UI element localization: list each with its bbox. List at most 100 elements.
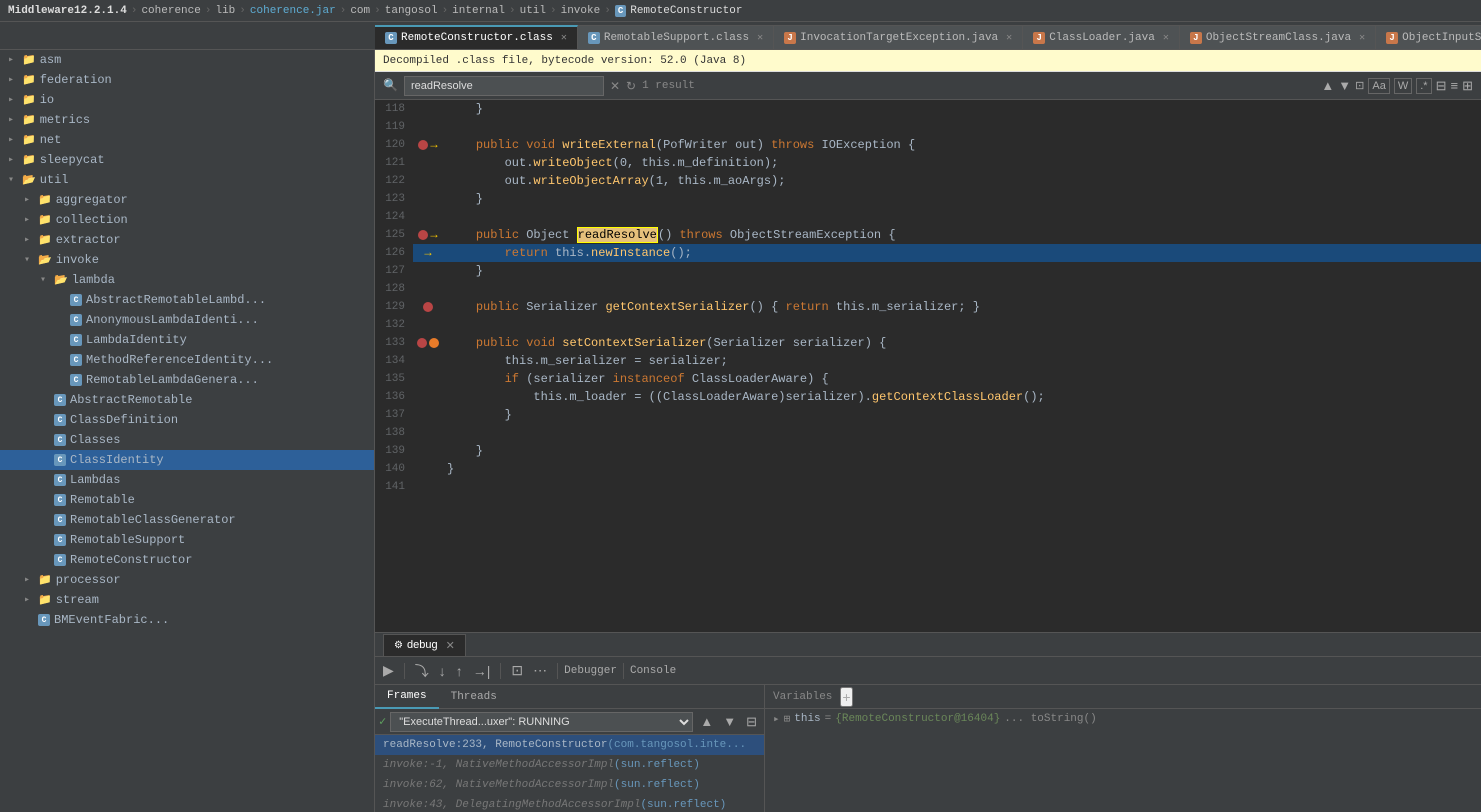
tree-item-invoke[interactable]: ▾📂invoke bbox=[0, 250, 374, 270]
tree-item-metrics[interactable]: ▸📁metrics bbox=[0, 110, 374, 130]
tree-item-lambdaidentity[interactable]: CLambdaIdentity bbox=[0, 330, 374, 350]
search-refresh-button[interactable]: ↻ bbox=[626, 79, 636, 93]
tab-close-0[interactable]: ✕ bbox=[561, 32, 567, 44]
tree-item-remotablesupport[interactable]: CRemotableSupport bbox=[0, 530, 374, 550]
frame-item[interactable]: invoke:62, NativeMethodAccessorImpl (sun… bbox=[375, 775, 764, 795]
line-number: 125 bbox=[375, 226, 413, 244]
breadcrumb-icon: C bbox=[615, 5, 626, 17]
tab-invocation-target-exception[interactable]: J InvocationTargetException.java ✕ bbox=[774, 25, 1023, 49]
line-gutter: → bbox=[413, 244, 443, 262]
step-over-button[interactable]: ⤵ bbox=[411, 659, 433, 683]
tree-item-classes[interactable]: CClasses bbox=[0, 430, 374, 450]
frame-item[interactable]: invoke:-1, NativeMethodAccessorImpl (sun… bbox=[375, 755, 764, 775]
tab-object-input-stream[interactable]: J ObjectInputStream.ja... ✕ bbox=[1376, 25, 1481, 49]
tab-class-loader[interactable]: J ClassLoader.java ✕ bbox=[1023, 25, 1180, 49]
tree-item-stream[interactable]: ▸📁stream bbox=[0, 590, 374, 610]
tree-arrow-icon: ▸ bbox=[8, 154, 22, 166]
breakpoint-dot bbox=[423, 302, 433, 312]
search-clear-button[interactable]: ✕ bbox=[610, 79, 620, 93]
var-extra: ... toString() bbox=[1004, 713, 1096, 725]
class-icon: C bbox=[54, 434, 66, 446]
tab-close-4[interactable]: ✕ bbox=[1359, 32, 1365, 44]
filter-results-button[interactable]: ⊞ bbox=[1462, 78, 1473, 94]
tree-item-collection[interactable]: ▸📁collection bbox=[0, 210, 374, 230]
tree-item-remotablelambdagenera---[interactable]: CRemotableLambdaGenera... bbox=[0, 370, 374, 390]
tab-object-stream-class[interactable]: J ObjectStreamClass.java ✕ bbox=[1180, 25, 1376, 49]
tab-label-2: InvocationTargetException.java bbox=[800, 32, 998, 44]
tree-item-lambdas[interactable]: CLambdas bbox=[0, 470, 374, 490]
code-editor[interactable]: 118 }119120→ public void writeExternal(P… bbox=[375, 100, 1481, 632]
code-content: } bbox=[443, 262, 1481, 280]
tab-close-3[interactable]: ✕ bbox=[1163, 32, 1169, 44]
code-line: 126→ return this.newInstance(); bbox=[375, 244, 1481, 262]
debug-content: Frames Threads ✓ "ExecuteThread...uxer":… bbox=[375, 685, 1481, 812]
tree-item-sleepycat[interactable]: ▸📁sleepycat bbox=[0, 150, 374, 170]
frame-item[interactable]: invoke:43, DelegatingMethodAccessorImpl … bbox=[375, 795, 764, 812]
step-into-button[interactable]: ↓ bbox=[435, 661, 450, 681]
tree-item-util[interactable]: ▾📂util bbox=[0, 170, 374, 190]
code-line: 127 } bbox=[375, 262, 1481, 280]
more-options-button[interactable]: ≡ bbox=[1451, 78, 1459, 94]
tree-item-aggregator[interactable]: ▸📁aggregator bbox=[0, 190, 374, 210]
prev-result-button[interactable]: ▲ bbox=[1321, 78, 1334, 94]
tree-item-net[interactable]: ▸📁net bbox=[0, 130, 374, 150]
filter-button[interactable]: ⊟ bbox=[1436, 78, 1447, 94]
tree-item-remoteconstructor[interactable]: CRemoteConstructor bbox=[0, 550, 374, 570]
match-word-button[interactable]: W bbox=[1394, 78, 1412, 94]
tree-arrow-icon: ▸ bbox=[8, 134, 22, 146]
tree-item-classdefinition[interactable]: CClassDefinition bbox=[0, 410, 374, 430]
tree-item-lambda[interactable]: ▾📂lambda bbox=[0, 270, 374, 290]
regex-button[interactable]: .* bbox=[1416, 78, 1431, 94]
tree-item-anonymouslambdaidenti---[interactable]: CAnonymousLambdaIdenti... bbox=[0, 310, 374, 330]
tree-label: AbstractRemotableLambd... bbox=[86, 293, 266, 307]
resume-button[interactable]: ▶ bbox=[379, 660, 398, 681]
add-watch-button[interactable]: + bbox=[840, 687, 852, 707]
line-gutter bbox=[413, 370, 443, 388]
toggle-preview-button[interactable]: ⊡ bbox=[1355, 78, 1364, 94]
line-gutter bbox=[413, 460, 443, 478]
folder-icon: 📁 bbox=[38, 593, 52, 607]
tree-item-abstractremotable[interactable]: CAbstractRemotable bbox=[0, 390, 374, 410]
tree-label: AnonymousLambdaIdenti... bbox=[86, 313, 259, 327]
match-case-button[interactable]: Aa bbox=[1368, 78, 1389, 94]
more-debug-button[interactable]: ⋯ bbox=[529, 660, 551, 681]
frames-tab[interactable]: Frames bbox=[375, 685, 439, 709]
var-equals: = bbox=[825, 713, 832, 725]
line-gutter bbox=[413, 280, 443, 298]
class-icon: C bbox=[70, 294, 82, 306]
next-result-button[interactable]: ▼ bbox=[1338, 78, 1351, 94]
tree-item-methodreferenceidentity---[interactable]: CMethodReferenceIdentity... bbox=[0, 350, 374, 370]
run-to-cursor-button[interactable]: →| bbox=[469, 661, 495, 681]
tree-item-processor[interactable]: ▸📁processor bbox=[0, 570, 374, 590]
execution-arrow-icon: → bbox=[430, 136, 437, 154]
tree-item-abstractremotablelambd---[interactable]: C AbstractRemotableLambd... bbox=[0, 290, 374, 310]
var-expand-icon[interactable]: ▸ bbox=[773, 712, 780, 726]
code-content bbox=[443, 118, 1481, 136]
tab-remote-constructor-class[interactable]: C RemoteConstructor.class ✕ bbox=[375, 25, 578, 49]
tree-item-extractor[interactable]: ▸📁extractor bbox=[0, 230, 374, 250]
evaluate-button[interactable]: ⊡ bbox=[507, 660, 527, 681]
thread-selector[interactable]: "ExecuteThread...uxer": RUNNING bbox=[390, 712, 693, 732]
tab-close-1[interactable]: ✕ bbox=[757, 32, 763, 44]
thread-up-button[interactable]: ▲ bbox=[697, 713, 716, 730]
debug-tab-debug[interactable]: ⚙ debug ✕ bbox=[383, 634, 466, 656]
thread-filter-button[interactable]: ⊟ bbox=[743, 713, 760, 731]
tree-item-asm[interactable]: ▸📁asm bbox=[0, 50, 374, 70]
tree-item-remotableclassgenerator[interactable]: CRemotableClassGenerator bbox=[0, 510, 374, 530]
code-content: } bbox=[443, 100, 1481, 118]
step-out-button[interactable]: ↑ bbox=[452, 661, 467, 681]
tree-item-io[interactable]: ▸📁io bbox=[0, 90, 374, 110]
threads-tab[interactable]: Threads bbox=[439, 685, 509, 709]
tree-item-bmeventfabric---[interactable]: CBMEventFabric... bbox=[0, 610, 374, 630]
tree-item-classidentity[interactable]: CClassIdentity bbox=[0, 450, 374, 470]
tree-item-remotable[interactable]: CRemotable bbox=[0, 490, 374, 510]
thread-down-button[interactable]: ▼ bbox=[720, 713, 739, 730]
code-content: this.m_loader = ((ClassLoaderAware)seria… bbox=[443, 388, 1481, 406]
search-input[interactable] bbox=[404, 76, 604, 96]
tab-close-2[interactable]: ✕ bbox=[1006, 32, 1012, 44]
debug-tab-close[interactable]: ✕ bbox=[446, 639, 455, 652]
tree-item-federation[interactable]: ▸📁federation bbox=[0, 70, 374, 90]
tab-remotable-support-class[interactable]: C RemotableSupport.class ✕ bbox=[578, 25, 774, 49]
line-number: 135 bbox=[375, 370, 413, 388]
frame-item[interactable]: readResolve:233, RemoteConstructor (com.… bbox=[375, 735, 764, 755]
